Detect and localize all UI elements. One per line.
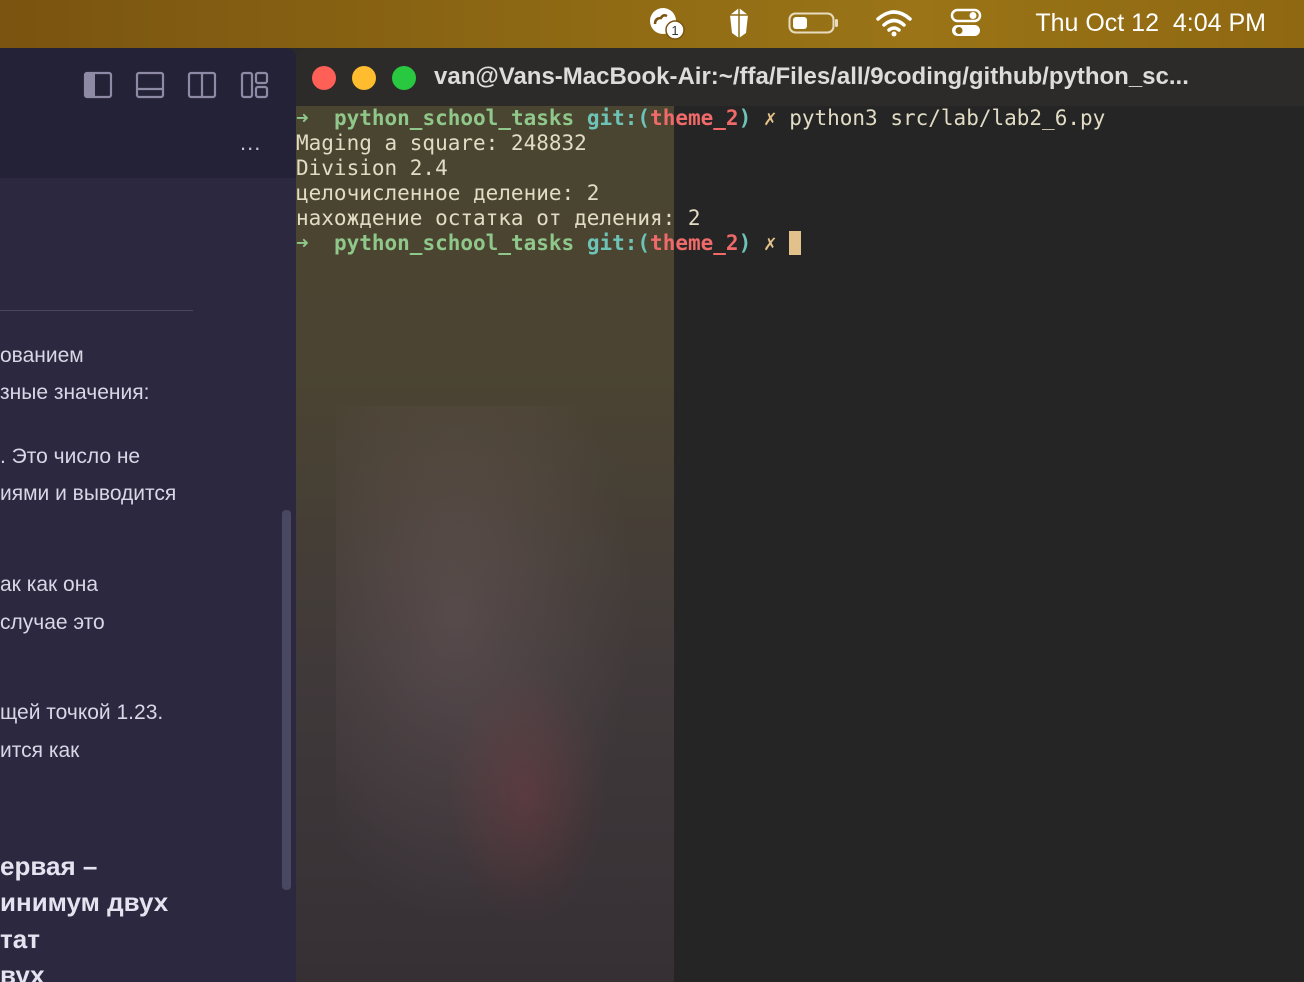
menu-bar-clock[interactable]: Thu Oct 12 4:04 PM: [1035, 0, 1266, 46]
close-window-button[interactable]: [312, 66, 336, 90]
toggle-right-sidebar-icon[interactable]: [187, 70, 217, 100]
prompt-dirty-mark: ✗: [763, 106, 777, 130]
more-options-button[interactable]: ...: [240, 130, 261, 156]
doc-text-line: случае это: [0, 611, 105, 634]
customize-layout-icon[interactable]: [240, 70, 270, 100]
prompt-arrow: ➜: [296, 231, 309, 255]
output-line: Maging a square: 248832: [296, 131, 587, 155]
prompt-line[interactable]: ➜ python_school_tasks git:(theme_2) ✗: [296, 231, 802, 256]
prompt-line: ➜ python_school_tasks git:(theme_2) ✗ py…: [296, 106, 1105, 131]
doc-text-line: зные значения:: [0, 381, 150, 404]
control-center-icon[interactable]: [950, 8, 982, 38]
editor-window: ... ованием зные значения: . Это число н…: [0, 48, 296, 982]
doc-text-line: ак как она: [0, 573, 99, 596]
doc-text-line: ованием: [0, 344, 84, 367]
obsidian-crystal-icon[interactable]: [726, 8, 752, 38]
doc-bold-line: ервая –: [0, 851, 98, 881]
output-line: нахождение остатка от деления: 2: [296, 206, 701, 230]
menu-bar: 1 Thu Oct 12 4:04 PM: [0, 0, 1304, 48]
maximize-window-button[interactable]: [392, 66, 416, 90]
doc-bold-line: вух: [0, 960, 45, 982]
editor-toolbar: ...: [0, 48, 296, 178]
terminal-window[interactable]: van@Vans-MacBook-Air:~/ffa/Files/all/9co…: [296, 48, 1304, 982]
prompt-git-suffix: ): [738, 106, 752, 130]
doc-text-line: иями и выводится: [0, 482, 177, 505]
prompt-dirty-mark: ✗: [763, 231, 777, 255]
doc-text-line: . Это число не: [0, 445, 141, 468]
doc-text-line: щей точкой 1.23.: [0, 701, 164, 724]
prompt-branch: theme_2: [650, 106, 739, 130]
battery-icon[interactable]: [788, 8, 840, 38]
divider: [0, 310, 193, 311]
minimize-window-button[interactable]: [352, 66, 376, 90]
prompt-arrow: ➜: [296, 106, 309, 130]
cloud-badge-icon[interactable]: 1: [646, 8, 690, 40]
badge-count: 1: [671, 23, 678, 38]
prompt-branch: theme_2: [650, 231, 739, 255]
output-line: целочисленное деление: 2: [296, 181, 600, 205]
window-title: van@Vans-MacBook-Air:~/ffa/Files/all/9co…: [434, 63, 1189, 90]
doc-bold-line: тат: [0, 924, 40, 954]
command-text: python3 src/lab/lab2_6.py: [789, 106, 1106, 130]
prompt-repo: python_school_tasks: [333, 231, 575, 255]
toggle-left-sidebar-icon[interactable]: [83, 70, 113, 100]
terminal-output[interactable]: ➜ python_school_tasks git:(theme_2) ✗ py…: [296, 106, 1304, 982]
toggle-panel-icon[interactable]: [135, 70, 165, 100]
doc-text-line: ится как: [0, 739, 80, 762]
doc-bold-line: инимум двух: [0, 887, 169, 917]
output-line: Division 2.4: [296, 156, 448, 180]
prompt-git-prefix: git:(: [586, 231, 651, 255]
wifi-icon[interactable]: [876, 8, 912, 38]
clock-time: 4:04 PM: [1172, 9, 1266, 37]
prompt-repo: python_school_tasks: [333, 106, 575, 130]
terminal-titlebar[interactable]: van@Vans-MacBook-Air:~/ffa/Files/all/9co…: [296, 48, 1304, 106]
prompt-git-suffix: ): [738, 231, 752, 255]
prompt-git-prefix: git:(: [586, 106, 651, 130]
editor-scrollbar[interactable]: [282, 510, 291, 890]
terminal-cursor[interactable]: [789, 231, 802, 255]
clock-date: Thu Oct 12: [1035, 9, 1159, 37]
